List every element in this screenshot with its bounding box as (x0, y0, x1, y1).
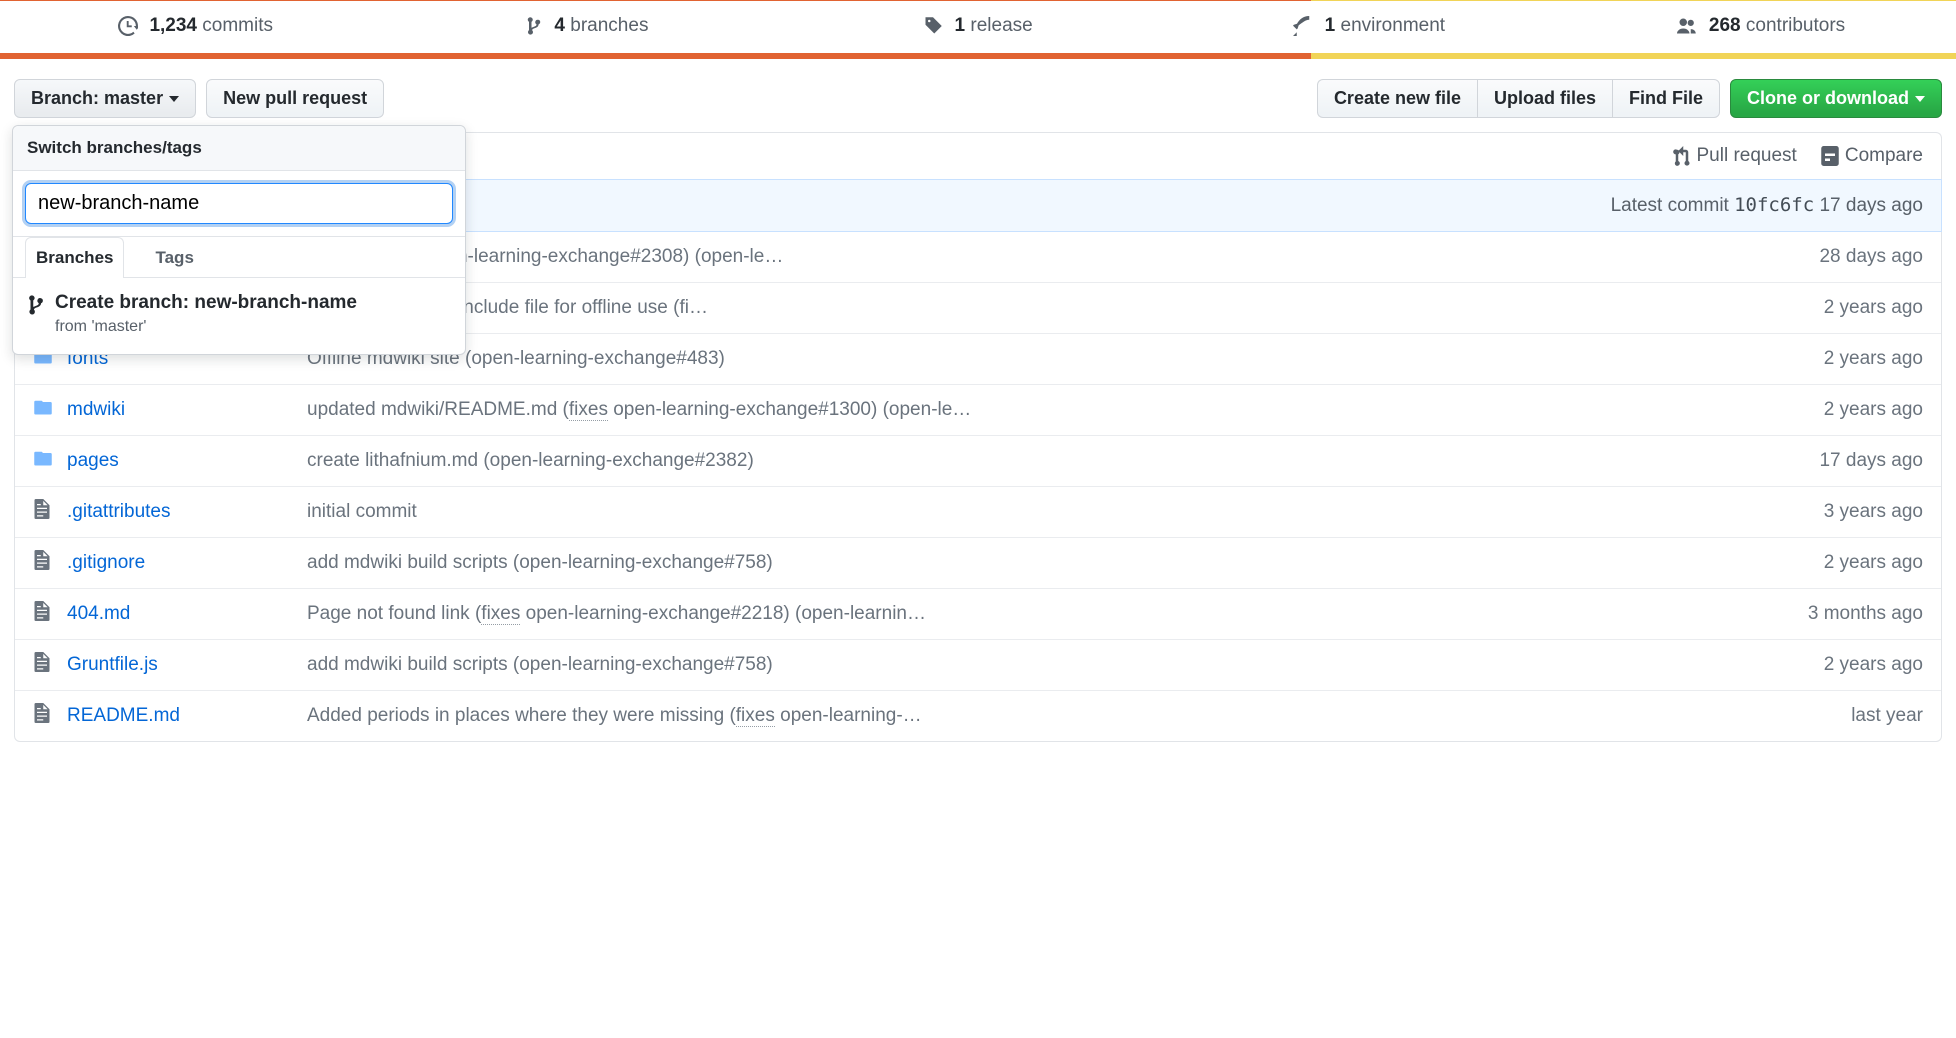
file-icon (33, 652, 67, 678)
file-age: 3 months ago (1808, 603, 1923, 625)
file-icon (33, 601, 67, 627)
tag-icon (923, 16, 943, 36)
commits-count: 1,234 (149, 15, 197, 36)
create-branch-from: from 'master' (55, 318, 357, 336)
people-icon (1676, 16, 1698, 36)
clone-label: Clone or download (1747, 88, 1909, 109)
file-icon (33, 703, 67, 729)
file-commit-message[interactable]: updated mdwiki/README.md (fixes open-lea… (307, 399, 1804, 421)
file-age: 2 years ago (1824, 348, 1923, 370)
contributors-count: 268 (1709, 15, 1741, 36)
releases-link[interactable]: 1 release (782, 1, 1173, 53)
file-row: .gitignoreadd mdwiki build scripts (open… (15, 537, 1941, 588)
create-file-button[interactable]: Create new file (1317, 79, 1477, 118)
pull-request-icon (1673, 146, 1691, 166)
pull-request-link[interactable]: Pull request (1673, 145, 1797, 167)
contributors-link[interactable]: 268 contributors (1565, 1, 1956, 53)
file-age: 2 years ago (1824, 654, 1923, 676)
file-row: Gruntfile.jsadd mdwiki build scripts (op… (15, 639, 1941, 690)
upload-files-button[interactable]: Upload files (1477, 79, 1612, 118)
file-row: .gitattributesinitial commit 3 years ago (15, 486, 1941, 537)
branch-dropdown: Switch branches/tags Branches Tags Creat… (12, 125, 466, 355)
file-toolbar: Branch: master New pull request Create n… (0, 59, 1956, 128)
file-name-link[interactable]: .gitignore (67, 552, 307, 574)
file-commit-message[interactable]: initial commit (307, 501, 1804, 523)
current-branch: master (104, 88, 163, 109)
commit-sha[interactable]: 10fc6fc (1734, 194, 1814, 216)
commit-age: 17 days ago (1819, 195, 1923, 216)
commit-meta: Latest commit 10fc6fc 17 days ago (1611, 194, 1923, 217)
branch-select-button[interactable]: Branch: master (14, 79, 196, 118)
releases-label: release (970, 15, 1032, 36)
file-age: 2 years ago (1824, 552, 1923, 574)
file-row: 404.mdPage not found link (fixes open-le… (15, 588, 1941, 639)
branches-count: 4 (554, 15, 565, 36)
file-name-link[interactable]: mdwiki (67, 399, 307, 421)
file-name-link[interactable]: README.md (67, 705, 307, 727)
chevron-down-icon (1915, 96, 1925, 102)
file-name-link[interactable]: .gitattributes (67, 501, 307, 523)
file-commit-message[interactable]: Offline mdwiki site (open-learning-excha… (307, 348, 1804, 370)
file-age: 3 years ago (1824, 501, 1923, 523)
file-commit-message[interactable]: add mdwiki build scripts (open-learning-… (307, 552, 1804, 574)
diff-icon (1821, 146, 1839, 166)
file-row: mdwikiupdated mdwiki/README.md (fixes op… (15, 384, 1941, 435)
file-commit-message[interactable]: Page not found link (fixes open-learning… (307, 603, 1788, 625)
file-icon (33, 499, 67, 525)
branch-filter-input[interactable] (25, 183, 453, 224)
dropdown-header: Switch branches/tags (13, 126, 465, 171)
branch-prefix: Branch: (31, 88, 99, 109)
create-branch-option[interactable]: Create branch: new-branch-name from 'mas… (13, 278, 465, 354)
file-age: 2 years ago (1824, 399, 1923, 421)
find-file-button[interactable]: Find File (1612, 79, 1720, 118)
environments-count: 1 (1325, 15, 1336, 36)
compare-link[interactable]: Compare (1821, 145, 1923, 167)
file-age: 28 days ago (1819, 246, 1923, 268)
file-row: README.mdAdded periods in places where t… (15, 690, 1941, 741)
commits-link[interactable]: 1,234 commits (0, 1, 391, 53)
branch-icon (27, 294, 45, 316)
branches-label: branches (570, 15, 648, 36)
contributors-label: contributors (1746, 15, 1845, 36)
branch-icon (525, 16, 543, 36)
file-actions-group: Create new file Upload files Find File (1317, 79, 1720, 118)
file-icon (33, 550, 67, 576)
file-commit-message[interactable]: ck links (fixes open-learning-exchange#2… (307, 246, 1799, 268)
repo-summary-bar: 1,234 commits 4 branches 1 release 1 env… (0, 0, 1956, 59)
tab-branches[interactable]: Branches (25, 237, 124, 278)
file-commit-message[interactable]: s inline script and include file for off… (307, 297, 1804, 319)
releases-count: 1 (955, 15, 966, 36)
file-name-link[interactable]: pages (67, 450, 307, 472)
chevron-down-icon (169, 96, 179, 102)
environments-label: environment (1341, 15, 1446, 36)
file-name-link[interactable]: 404.md (67, 603, 307, 625)
commits-label: commits (202, 15, 273, 36)
file-commit-message[interactable]: Added periods in places where they were … (307, 705, 1831, 727)
folder-icon (33, 397, 67, 423)
file-name-link[interactable]: Gruntfile.js (67, 654, 307, 676)
file-row: pagescreate lithafnium.md (open-learning… (15, 435, 1941, 486)
dropdown-tabs: Branches Tags (13, 237, 465, 278)
clone-download-button[interactable]: Clone or download (1730, 79, 1942, 118)
tab-tags[interactable]: Tags (144, 237, 204, 278)
create-branch-title: Create branch: new-branch-name (55, 292, 357, 314)
branches-link[interactable]: 4 branches (391, 1, 782, 53)
new-pull-request-button[interactable]: New pull request (206, 79, 384, 118)
history-icon (118, 16, 138, 36)
file-age: 2 years ago (1824, 297, 1923, 319)
folder-icon (33, 448, 67, 474)
file-commit-message[interactable]: create lithafnium.md (open-learning-exch… (307, 450, 1799, 472)
file-age: last year (1851, 705, 1923, 727)
rocket-icon (1293, 16, 1313, 36)
environments-link[interactable]: 1 environment (1174, 1, 1565, 53)
file-age: 17 days ago (1819, 450, 1923, 472)
file-commit-message[interactable]: add mdwiki build scripts (open-learning-… (307, 654, 1804, 676)
